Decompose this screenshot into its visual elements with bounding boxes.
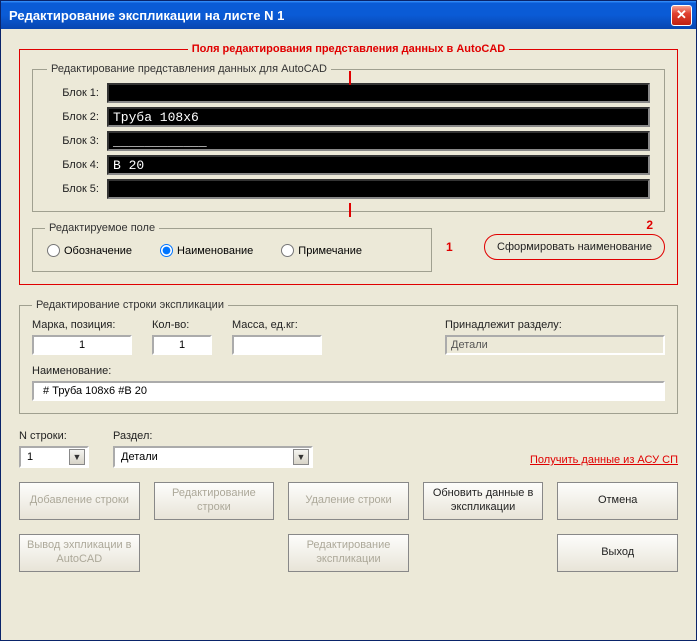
block-label-4: Блок 4: xyxy=(47,159,99,171)
radio-designation[interactable]: Обозначение xyxy=(47,244,132,257)
mid-row: Редактируемое поле Обозначение Наименова… xyxy=(32,222,665,272)
block-field-1[interactable] xyxy=(107,83,650,103)
button-row-1: Добавление строки Редактирование строки … xyxy=(19,482,678,520)
razdel-combo[interactable]: Детали ▼ xyxy=(113,446,313,468)
edit-explication-button[interactable]: Редактирование экспликации xyxy=(288,534,409,572)
block-field-4[interactable]: В 20 xyxy=(107,155,650,175)
block-row-5: Блок 5: xyxy=(47,179,650,199)
section-label: Принадлежит разделу: xyxy=(445,319,665,331)
name-col: Наименование: xyxy=(32,365,665,401)
client-area: Поля редактирования представления данных… xyxy=(1,29,696,640)
mark-label: Марка, позиция: xyxy=(32,319,132,331)
block-label-2: Блок 2: xyxy=(47,111,99,123)
chevron-down-icon: ▼ xyxy=(293,449,309,465)
radio-name[interactable]: Наименование xyxy=(160,244,253,257)
nstroki-label: N строки: xyxy=(19,430,89,442)
badge-1: 1 xyxy=(446,240,453,254)
radio-note-input[interactable] xyxy=(281,244,294,257)
close-button[interactable]: ✕ xyxy=(671,5,692,26)
block-field-3[interactable]: ____________ xyxy=(107,131,650,151)
mark-field[interactable] xyxy=(32,335,132,355)
form-name-wrap: 2 Сформировать наименование xyxy=(484,234,665,260)
export-autocad-button[interactable]: Вывод эхпликации в AutoCAD xyxy=(19,534,140,572)
name-label: Наименование: xyxy=(32,365,665,377)
red-marker-bottom-icon xyxy=(349,203,351,217)
nstroki-combo[interactable]: 1 ▼ xyxy=(19,446,89,468)
block-row-4: Блок 4: В 20 xyxy=(47,155,650,175)
window-title: Редактирование экспликации на листе N 1 xyxy=(9,8,671,23)
block-field-2[interactable]: Труба 108x6 xyxy=(107,107,650,127)
explication-row-fieldset: Редактирование строки экспликации Марка,… xyxy=(19,299,678,414)
qty-field[interactable] xyxy=(152,335,212,355)
delete-row-button[interactable]: Удаление строки xyxy=(288,482,409,520)
bottom-controls: N строки: 1 ▼ Раздел: Детали ▼ Получить … xyxy=(19,430,678,468)
autocad-inner-fieldset: Редактирование представления данных для … xyxy=(32,63,665,212)
titlebar: Редактирование экспликации на листе N 1 … xyxy=(1,1,696,29)
asu-link[interactable]: Получить данные из АСУ СП xyxy=(530,454,678,466)
edit-row-button[interactable]: Редактирование строки xyxy=(154,482,275,520)
razdel-label: Раздел: xyxy=(113,430,313,442)
autocad-fieldset: Поля редактирования представления данных… xyxy=(19,43,678,285)
edit-field-legend: Редактируемое поле xyxy=(45,222,159,234)
badge-2: 2 xyxy=(646,218,653,232)
autocad-legend: Поля редактирования представления данных… xyxy=(188,43,510,55)
form-name-button[interactable]: Сформировать наименование xyxy=(484,234,665,260)
block-label-1: Блок 1: xyxy=(47,87,99,99)
qty-label: Кол-во: xyxy=(152,319,212,331)
cancel-button[interactable]: Отмена xyxy=(557,482,678,520)
razdel-value: Детали xyxy=(121,451,158,463)
edit-field-fieldset: Редактируемое поле Обозначение Наименова… xyxy=(32,222,432,272)
block-field-5[interactable] xyxy=(107,179,650,199)
refresh-button[interactable]: Обновить данные в экспликации xyxy=(423,482,544,520)
explication-top-row: Марка, позиция: Кол-во: Масса, ед.кг: Пр… xyxy=(32,319,665,355)
exit-button[interactable]: Выход xyxy=(557,534,678,572)
red-marker-top-icon xyxy=(349,71,351,85)
add-row-button[interactable]: Добавление строки xyxy=(19,482,140,520)
radio-note-label: Примечание xyxy=(298,245,362,257)
radio-name-label: Наименование xyxy=(177,245,253,257)
mass-field[interactable] xyxy=(232,335,322,355)
radio-designation-input[interactable] xyxy=(47,244,60,257)
block-row-3: Блок 3: ____________ xyxy=(47,131,650,151)
block-row-2: Блок 2: Труба 108x6 xyxy=(47,107,650,127)
button-row-2: Вывод эхпликации в AutoCAD Редактировани… xyxy=(19,534,678,572)
radio-name-input[interactable] xyxy=(160,244,173,257)
radio-designation-label: Обозначение xyxy=(64,245,132,257)
dialog-window: Редактирование экспликации на листе N 1 … xyxy=(0,0,697,641)
nstroki-value: 1 xyxy=(27,451,33,463)
name-field[interactable] xyxy=(32,381,665,401)
mass-label: Масса, ед.кг: xyxy=(232,319,322,331)
chevron-down-icon: ▼ xyxy=(69,449,85,465)
block-label-3: Блок 3: xyxy=(47,135,99,147)
block-label-5: Блок 5: xyxy=(47,183,99,195)
radio-note[interactable]: Примечание xyxy=(281,244,362,257)
autocad-inner-legend: Редактирование представления данных для … xyxy=(47,63,331,75)
block-row-1: Блок 1: xyxy=(47,83,650,103)
section-field xyxy=(445,335,665,355)
close-icon: ✕ xyxy=(676,7,687,23)
explication-row-legend: Редактирование строки экспликации xyxy=(32,299,228,311)
